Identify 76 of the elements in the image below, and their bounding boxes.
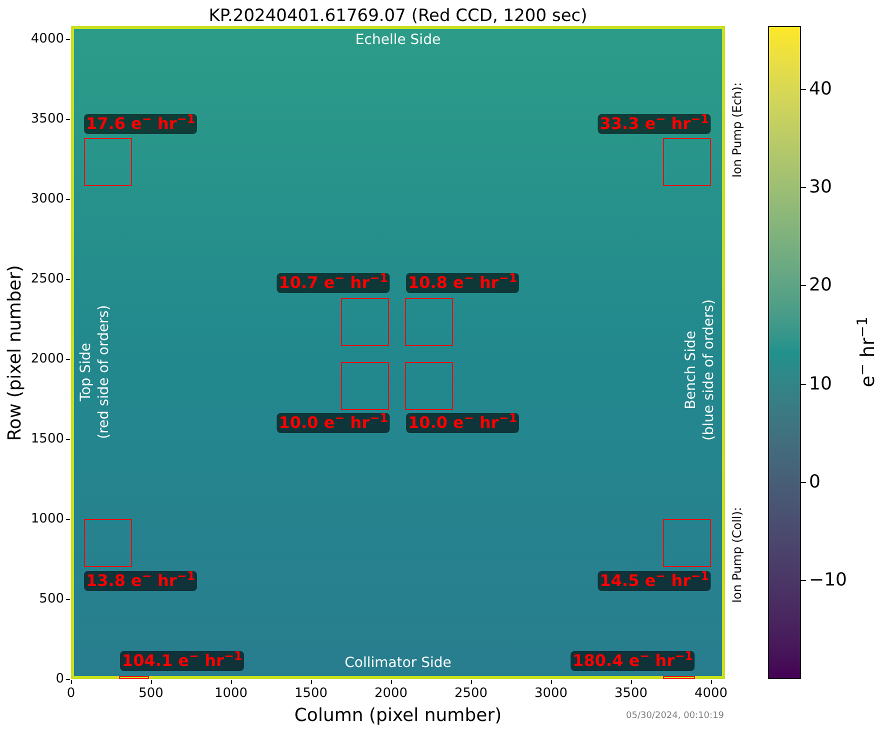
y-axis-label: Row (pixel number) (4, 265, 26, 441)
x-tick-label: 1500 (294, 685, 328, 703)
tick-mark (471, 680, 472, 684)
tick-mark (66, 119, 70, 120)
tick-mark (801, 482, 806, 483)
tick-mark (66, 279, 70, 280)
tick-mark (66, 519, 70, 520)
side-label: Echelle Side (355, 31, 441, 49)
tick-mark (311, 680, 312, 684)
colorbar-tick-label: −10 (809, 568, 847, 592)
region-box (341, 298, 390, 346)
colorbar-tick-label: 0 (809, 470, 820, 494)
region-box (405, 362, 454, 410)
x-tick-label: 1000 (214, 685, 248, 703)
region-value: 10.0 e$^{−}$ hr$^{−1}$ (406, 413, 520, 433)
region-value: 13.8 e$^{−}$ hr$^{−1}$ (84, 571, 198, 591)
colorbar-tick-label: 30 (809, 176, 832, 200)
y-tick-label: 2000 (30, 350, 64, 368)
tick-mark (711, 680, 712, 684)
tick-mark (801, 89, 806, 90)
x-tick-label: 3500 (614, 685, 648, 703)
y-tick-label: 0 (56, 670, 64, 688)
region-box (119, 676, 150, 679)
x-tick-label: 0 (66, 685, 76, 703)
colorbar-tick-label: 40 (809, 78, 832, 102)
region-value: 17.6 e$^{−}$ hr$^{−1}$ (84, 114, 198, 134)
y-tick-label: 500 (39, 590, 64, 608)
y-tick-label: 1000 (30, 510, 64, 528)
y-tick-label: 1500 (30, 430, 64, 448)
y-tick-label: 4000 (30, 30, 64, 48)
chart-title: KP.20240401.61769.07 (Red CCD, 1200 sec) (208, 5, 588, 28)
region-box (341, 362, 390, 410)
region-value: 104.1 e$^{−}$ hr$^{−1}$ (120, 651, 244, 671)
region-box (663, 676, 695, 679)
side-note: Ion Pump (Ech): (729, 82, 745, 178)
side-label: Top Side (red side of orders) (77, 304, 113, 440)
tick-mark (801, 580, 806, 581)
tick-mark (66, 439, 70, 440)
colorbar-tick-label: 20 (809, 274, 832, 298)
x-tick-label: 4000 (694, 685, 728, 703)
tick-mark (66, 359, 70, 360)
tick-mark (801, 384, 806, 385)
region-value: 10.7 e$^{−}$ hr$^{−1}$ (276, 273, 390, 293)
tick-mark (551, 680, 552, 684)
tick-mark (231, 680, 232, 684)
tick-mark (801, 285, 806, 286)
tick-mark (801, 187, 806, 188)
colorbar-tick-label: 10 (809, 372, 832, 396)
timestamp: 05/30/2024, 00:10:19 (626, 710, 724, 723)
tick-mark (66, 39, 70, 40)
region-value: 10.8 e$^{−}$ hr$^{−1}$ (406, 273, 520, 293)
region-box (663, 519, 711, 567)
region-box (84, 519, 132, 567)
region-value: 10.0 e$^{−}$ hr$^{−1}$ (276, 413, 390, 433)
region-box (405, 298, 454, 346)
tick-mark (391, 680, 392, 684)
region-value: 14.5 e$^{−}$ hr$^{−1}$ (598, 571, 711, 591)
side-label: Collimator Side (344, 654, 452, 672)
tick-mark (66, 599, 70, 600)
y-tick-label: 3000 (30, 190, 64, 208)
tick-mark (631, 680, 632, 684)
x-tick-label: 2500 (454, 685, 488, 703)
y-tick-label: 3500 (30, 110, 64, 128)
region-value: 33.3 e$^{−}$ hr$^{−1}$ (598, 114, 711, 134)
tick-mark (66, 199, 70, 200)
region-box (84, 138, 132, 186)
tick-mark (151, 680, 152, 684)
x-tick-label: 2000 (374, 685, 408, 703)
x-axis-label: Column (pixel number) (294, 704, 502, 728)
x-tick-label: 500 (138, 685, 164, 703)
side-note: Ion Pump (Coll): (729, 507, 745, 603)
region-value: 180.4 e$^{−}$ hr$^{−1}$ (570, 651, 695, 671)
side-label: Bench Side (blue side of orders) (682, 299, 718, 441)
region-box (663, 138, 711, 186)
y-tick-label: 2500 (30, 270, 64, 288)
x-tick-label: 3000 (534, 685, 568, 703)
